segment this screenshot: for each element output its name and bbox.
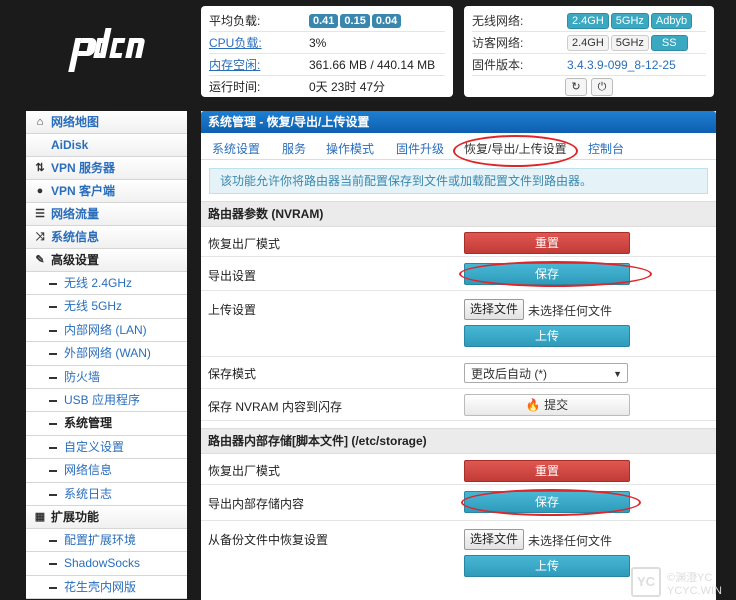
globe-icon: ●: [36, 185, 44, 197]
tab-firmware-upgrade[interactable]: 固件升级: [396, 140, 444, 157]
nvram-factory-label: 恢复出厂模式: [208, 237, 281, 251]
wireless-5g-badge[interactable]: 5GHz: [610, 12, 649, 29]
sidebar-sub-wireless-2g[interactable]: 无线 2.4GHz: [26, 272, 187, 296]
adbyby-badge[interactable]: Adbyb: [650, 12, 693, 29]
uptime-value: 0天 23时 47分: [309, 80, 386, 94]
memory-free-link[interactable]: 内存空闲:: [209, 58, 260, 72]
guest-2g-badge[interactable]: 2.4GH: [567, 34, 609, 51]
flash-row: 保存 NVRAM 内容到闪存 🔥 提交: [201, 389, 716, 421]
storage-export-row: 导出内部存储内容 保存: [201, 485, 716, 521]
storage-upload-button[interactable]: 上传: [464, 555, 630, 577]
page-title: 系统管理 - 恢复/导出/上传设置: [201, 111, 716, 133]
arrows-icon: ⇅: [35, 162, 45, 174]
firmware-version-link[interactable]: 3.4.3.9-099_8-12-25: [567, 58, 676, 72]
wireless-label: 无线网络:: [472, 10, 567, 32]
list-icon: ☰: [35, 208, 45, 220]
uptime-label: 运行时间:: [209, 80, 261, 94]
nvram-export-row: 导出设置 保存: [201, 257, 716, 291]
load-5min: 0.15: [340, 14, 370, 28]
storage-export-label: 导出内部存储内容: [208, 497, 305, 511]
wireless-2g-badge[interactable]: 2.4GH: [567, 12, 609, 29]
nvram-no-file-text: 未选择任何文件: [528, 304, 613, 318]
guest-label: 访客网络:: [472, 31, 567, 54]
nvram-upload-row: 上传设置 选择文件 未选择任何文件 上传: [201, 291, 716, 357]
watermark-line1: ©渊澄YC: [667, 572, 713, 584]
annotation-circle-tab: [453, 135, 578, 167]
load-1min: 0.41: [309, 14, 339, 28]
tab-bar: 系统设置 服务 操作模式 固件升级 恢复/导出/上传设置 控制台: [201, 133, 716, 167]
wrench-icon: ✎: [35, 254, 45, 266]
nvram-upload-button[interactable]: 上传: [464, 325, 630, 347]
storage-no-file-text: 未选择任何文件: [528, 534, 613, 548]
save-mode-row: 保存模式 更改后自动 (*) ▼: [201, 357, 716, 389]
sidebar-sub-system-log[interactable]: 系统日志: [26, 482, 187, 506]
nvram-export-label: 导出设置: [208, 269, 257, 283]
tab-console[interactable]: 控制台: [588, 140, 624, 157]
storage-choose-file-button[interactable]: 选择文件: [464, 529, 525, 550]
cpu-load-link[interactable]: CPU负载:: [209, 36, 262, 50]
watermark-logo: YC: [631, 567, 661, 597]
load-label: 平均负载:: [209, 10, 309, 32]
load-15min: 0.04: [371, 14, 402, 28]
sidebar-sub-customization[interactable]: 自定义设置: [26, 435, 187, 460]
chevron-down-icon: ▼: [613, 369, 622, 379]
fire-icon: 🔥: [525, 398, 541, 412]
sidebar-sub-lan[interactable]: 内部网络 (LAN): [26, 318, 187, 343]
sidebar-sub-wan[interactable]: 外部网络 (WAN): [26, 342, 187, 366]
sidebar-sub-usb[interactable]: USB 应用程序: [26, 388, 187, 413]
main-panel: 系统管理 - 恢复/导出/上传设置 系统设置 服务 操作模式 固件升级 恢复/导…: [201, 111, 716, 600]
annotation-circle-storage-save: [461, 489, 641, 516]
sidebar-sub-shadowsocks[interactable]: ShadowSocks: [26, 552, 187, 576]
sidebar-item-system-info[interactable]: ⤨ 系统信息: [26, 226, 187, 249]
home-icon: ⌂: [36, 116, 44, 128]
sidebar-menu: ⌂ 网络地图 AiDisk ⇅ VPN 服务器 ● VPN 客户端 ☰ 网络流量 ⤨ 系统…: [26, 111, 187, 600]
sidebar-item-traffic[interactable]: ☰ 网络流量: [26, 203, 187, 226]
section-storage: 路由器内部存储[脚本文件] (/etc/storage): [201, 428, 716, 454]
sidebar-sub-network-info[interactable]: 网络信息: [26, 459, 187, 483]
sidebar-sub-ext-config[interactable]: 配置扩展环境: [26, 528, 187, 553]
watermark-line2: YCYC.WIN: [667, 585, 722, 597]
nvram-choose-file-button[interactable]: 选择文件: [464, 299, 525, 320]
save-mode-select[interactable]: 更改后自动 (*) ▼: [464, 363, 628, 383]
watermark: YC ©渊澄YC YCYC.WIN: [631, 565, 735, 600]
annotation-circle-save: [459, 261, 652, 287]
storage-reset-button[interactable]: 重置: [464, 460, 630, 482]
storage-factory-label: 恢复出厂模式: [208, 464, 281, 478]
tab-services[interactable]: 服务: [282, 140, 306, 157]
cpu-load-value: 3%: [309, 31, 445, 54]
grid-icon: ▦: [34, 510, 46, 523]
section-nvram: 路由器参数 (NVRAM): [201, 201, 716, 227]
pdcn-logo: [68, 28, 145, 72]
sidebar-item-vpn-server[interactable]: ⇅ VPN 服务器: [26, 157, 187, 180]
sidebar-item-advanced[interactable]: ✎ 高级设置: [26, 249, 187, 272]
sidebar-sub-administration[interactable]: 系统管理: [26, 412, 187, 436]
nvram-reset-button[interactable]: 重置: [464, 232, 630, 254]
sidebar-sub-oray[interactable]: 花生壳内网版: [26, 575, 187, 600]
tab-system-settings[interactable]: 系统设置: [212, 140, 260, 157]
shadowsocks-badge[interactable]: SS: [650, 34, 688, 51]
sidebar-item-vpn-client[interactable]: ● VPN 客户端: [26, 180, 187, 203]
firmware-label: 固件版本:: [472, 53, 567, 76]
save-mode-label: 保存模式: [208, 367, 257, 381]
power-icon[interactable]: ⏻: [591, 77, 613, 96]
sidebar-item-network-map[interactable]: ⌂ 网络地图: [26, 111, 187, 134]
info-alert: 该功能允许你将路由器当前配置保存到文件或加载配置文件到路由器。: [209, 168, 708, 194]
guest-5g-badge[interactable]: 5GHz: [610, 34, 649, 51]
tab-operation-mode[interactable]: 操作模式: [326, 140, 374, 157]
nvram-upload-label: 上传设置: [208, 303, 257, 317]
sidebar-item-extensions[interactable]: ▦ 扩展功能: [26, 505, 187, 529]
storage-restore-label: 从备份文件中恢复设置: [208, 533, 329, 547]
memory-free-value: 361.66 MB / 440.14 MB: [309, 53, 445, 76]
nvram-factory-row: 恢复出厂模式 重置: [201, 227, 716, 257]
sidebar-sub-firewall[interactable]: 防火墙: [26, 365, 187, 389]
system-status-panel: 平均负载: 0.41 0.15 0.04 CPU负载: 3% 内存空闲: 361.6…: [201, 6, 453, 97]
shuffle-icon: ⤨: [35, 231, 45, 243]
flash-label: 保存 NVRAM 内容到闪存: [208, 400, 343, 414]
network-status-panel: 无线网络: 2.4GH 5GHz Adbyb 访客网络: 2.4GH 5GHz SS 固…: [464, 6, 714, 97]
flash-commit-button[interactable]: 🔥 提交: [464, 394, 630, 416]
sidebar-sub-wireless-5g[interactable]: 无线 5GHz: [26, 295, 187, 319]
sidebar-item-aidisk[interactable]: AiDisk: [26, 134, 187, 157]
refresh-icon[interactable]: ↻: [565, 77, 587, 96]
storage-factory-row: 恢复出厂模式 重置: [201, 454, 716, 485]
